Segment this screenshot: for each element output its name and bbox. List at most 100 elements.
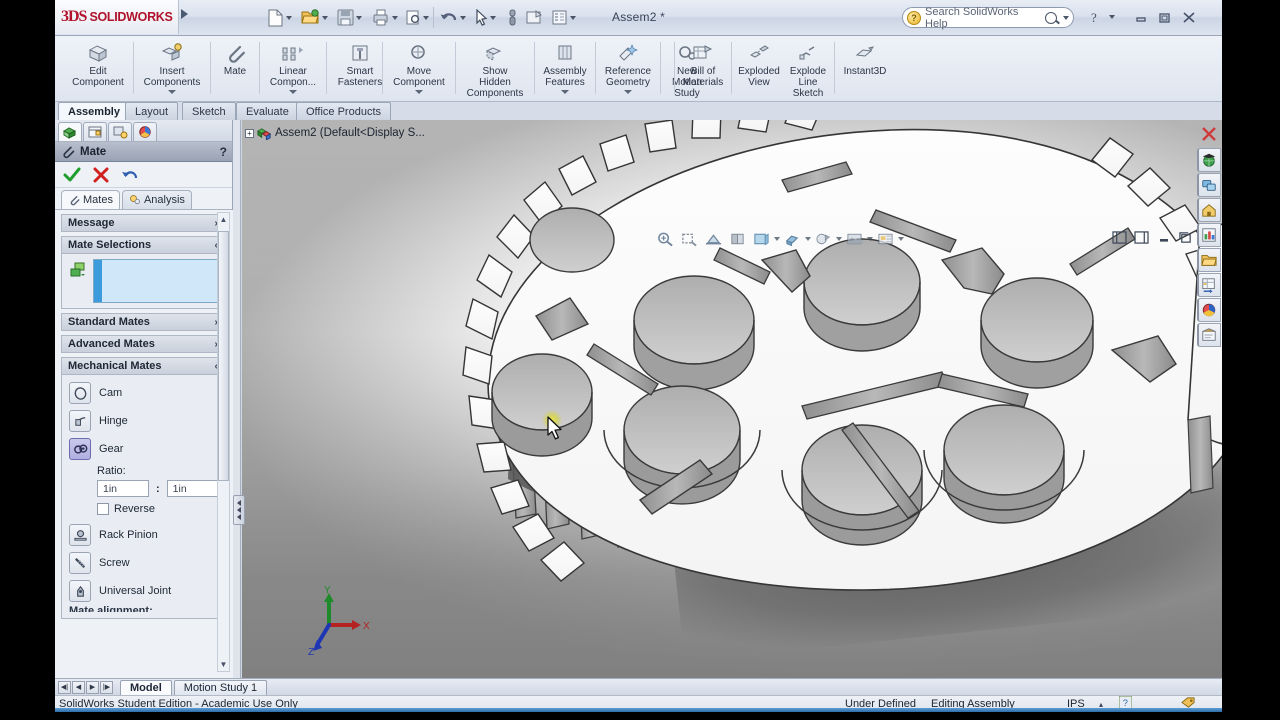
graphics-viewport[interactable]: + Assem2 (Default<Display S... X Y Z <box>242 120 1222 678</box>
search-dropdown-icon[interactable] <box>1063 15 1069 20</box>
mate-selections-input[interactable] <box>93 259 221 303</box>
green-check-icon[interactable] <box>63 167 81 183</box>
ribbon-move-component[interactable]: Move Component <box>385 38 453 100</box>
property-manager-help-button[interactable]: ? <box>220 145 227 159</box>
display-manager-button[interactable] <box>1196 298 1221 322</box>
solidworks-logo[interactable]: 3DS SOLIDWORKS <box>55 0 179 34</box>
chevron-down-icon[interactable] <box>490 15 496 20</box>
ratio-second-input[interactable]: 1in <box>166 480 219 497</box>
mate-option-cam[interactable]: Cam <box>67 379 221 407</box>
minimize-button[interactable] <box>1132 9 1150 25</box>
section-header-advanced-mates[interactable]: Advanced Mates » <box>61 335 227 353</box>
chevron-down-icon[interactable] <box>289 90 297 94</box>
mate-option-universal-joint[interactable]: Universal Joint <box>67 577 221 605</box>
ribbon-bill-of-materials[interactable]: Bill of Materials <box>677 38 729 100</box>
chevron-down-icon[interactable] <box>415 90 423 94</box>
ribbon-instant3d[interactable]: Instant3D <box>837 38 893 100</box>
prev-tab-button[interactable]: ◀ <box>72 680 85 694</box>
ribbon-insert-components[interactable]: Insert Components <box>136 38 208 100</box>
chevron-down-icon[interactable] <box>286 15 292 20</box>
search-box[interactable]: ? Search SolidWorks Help <box>902 6 1074 30</box>
scroll-down-arrow-icon[interactable]: ▼ <box>218 658 229 671</box>
ribbon-explode-line-sketch[interactable]: Explode Line Sketch <box>784 38 832 100</box>
viewport-split-vertical-button[interactable] <box>1133 230 1150 245</box>
open-document-button[interactable] <box>301 6 328 29</box>
customize-button[interactable] <box>551 6 576 29</box>
close-button[interactable] <box>1180 9 1198 25</box>
tab-model[interactable]: Model <box>120 679 172 695</box>
chevron-down-icon[interactable] <box>570 15 576 20</box>
view-palette-button[interactable] <box>1196 223 1221 247</box>
gear-assembly-model[interactable] <box>242 120 1222 678</box>
next-tab-button[interactable]: ▶ <box>86 680 99 694</box>
task-pane-pin[interactable] <box>1195 122 1222 146</box>
appearances-scenes-button[interactable] <box>1196 248 1221 272</box>
panel-splitter[interactable] <box>233 120 241 678</box>
mate-option-gear[interactable]: Gear <box>67 435 221 463</box>
chevron-down-icon[interactable] <box>423 15 429 20</box>
tab-analysis[interactable]: Analysis <box>121 190 192 209</box>
zoom-to-fit-button[interactable] <box>654 228 677 250</box>
print-document-button[interactable] <box>371 6 398 29</box>
viewport-split-horizontal-button[interactable] <box>1111 230 1128 245</box>
hide-show-items-button[interactable] <box>781 228 804 250</box>
rebuild-button[interactable] <box>507 6 518 29</box>
ribbon-reference-geometry[interactable]: Reference Geometry <box>598 38 658 100</box>
tab-motion-study-1[interactable]: Motion Study 1 <box>173 679 268 695</box>
select-tool-button[interactable] <box>475 6 496 29</box>
chevron-down-icon[interactable] <box>168 90 176 94</box>
chevron-down-icon[interactable] <box>774 237 780 241</box>
feature-tree-root[interactable]: + Assem2 (Default<Display S... <box>245 126 425 140</box>
mate-option-rack-pinion[interactable]: Rack Pinion <box>67 521 221 549</box>
design-library-button[interactable] <box>1196 173 1221 197</box>
property-manager-tab[interactable] <box>83 122 107 141</box>
file-explorer-button[interactable] <box>1196 198 1221 222</box>
save-document-button[interactable] <box>337 6 362 29</box>
chevron-down-icon[interactable] <box>624 90 632 94</box>
last-tab-button[interactable]: |▶ <box>100 680 113 694</box>
viewport-restore-button[interactable] <box>1177 230 1194 245</box>
tab-sketch[interactable]: Sketch <box>182 102 236 120</box>
chevron-down-icon[interactable] <box>836 237 842 241</box>
ribbon-mate[interactable]: Mate <box>213 38 257 100</box>
scrollbar-thumb[interactable] <box>218 231 229 481</box>
chevron-down-icon[interactable] <box>867 237 873 241</box>
feature-manager-tab[interactable] <box>58 122 82 141</box>
zoom-to-area-button[interactable] <box>678 228 701 250</box>
help-dropdown-button[interactable] <box>1102 9 1120 25</box>
tree-expand-icon[interactable]: + <box>245 128 254 138</box>
apply-scene-button[interactable] <box>843 228 866 250</box>
new-document-button[interactable] <box>267 6 292 29</box>
options-button[interactable] <box>525 6 544 29</box>
view-orientation-button[interactable] <box>726 228 749 250</box>
ribbon-edit-component[interactable]: Edit Component <box>65 38 131 100</box>
chevron-down-icon[interactable] <box>805 237 811 241</box>
document-recovery-button[interactable] <box>1196 323 1221 347</box>
viewport-minimize-button[interactable] <box>1155 230 1172 245</box>
blue-undo-icon[interactable] <box>121 167 138 183</box>
menu-expand-arrow-icon[interactable] <box>181 9 188 19</box>
chevron-down-icon[interactable] <box>392 15 398 20</box>
reverse-checkbox[interactable] <box>97 503 109 515</box>
solidworks-resources-button[interactable] <box>1196 148 1221 172</box>
display-style-button[interactable] <box>750 228 773 250</box>
display-manager-tab[interactable] <box>133 122 157 141</box>
tab-evaluate[interactable]: Evaluate <box>236 102 299 120</box>
section-view-button[interactable] <box>702 228 725 250</box>
section-header-mate-selections[interactable]: Mate Selections « <box>61 236 227 254</box>
restore-button[interactable] <box>1156 9 1174 25</box>
panel-collapse-handle[interactable] <box>233 495 245 525</box>
configuration-manager-tab[interactable] <box>108 122 132 141</box>
tab-office-products[interactable]: Office Products <box>296 102 391 120</box>
mate-option-hinge[interactable]: Hinge <box>67 407 221 435</box>
ribbon-linear-component-pattern[interactable]: Linear Compon... <box>262 38 324 100</box>
section-header-message[interactable]: Message » <box>61 214 227 232</box>
tab-assembly[interactable]: Assembly <box>58 102 130 120</box>
custom-properties-button[interactable] <box>1196 273 1221 297</box>
undo-button[interactable] <box>439 6 466 29</box>
ribbon-show-hidden-components[interactable]: Show Hidden Components <box>458 38 532 100</box>
property-manager-scrollbar[interactable]: ▲ ▼ <box>217 212 230 672</box>
chevron-down-icon[interactable] <box>322 15 328 20</box>
reverse-row[interactable]: Reverse <box>67 503 221 515</box>
chevron-down-icon[interactable] <box>898 237 904 241</box>
